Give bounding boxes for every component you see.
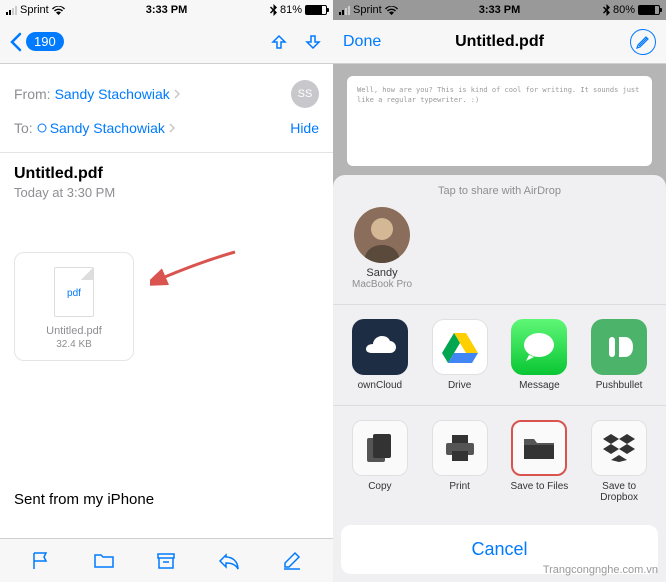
action-copy[interactable]: Copy (343, 420, 417, 503)
time-label: 3:33 PM (479, 4, 521, 16)
battery-percent: 80% (613, 4, 635, 16)
back-button[interactable]: 190 (10, 32, 64, 52)
down-arrow-icon[interactable] (303, 32, 323, 52)
action-print[interactable]: Print (423, 420, 497, 503)
print-icon (432, 420, 488, 476)
signal-icon (6, 6, 17, 15)
contact-device: MacBook Pro (352, 279, 412, 290)
done-button[interactable]: Done (343, 33, 381, 51)
nav-bar: 190 (0, 20, 333, 64)
chevron-right-icon (169, 123, 175, 133)
airdrop-section: Tap to share with AirDrop Sandy MacBook … (333, 175, 666, 305)
markup-button[interactable] (630, 29, 656, 55)
flag-icon[interactable] (30, 550, 52, 572)
from-label: From: (14, 86, 51, 102)
avatar: SS (291, 80, 319, 108)
battery-icon (305, 5, 327, 15)
nav-title: Untitled.pdf (455, 33, 544, 51)
action-label: Copy (368, 481, 391, 492)
from-value: Sandy Stachowiak (55, 86, 170, 102)
wifi-icon (385, 6, 398, 15)
email-date: Today at 3:30 PM (14, 185, 319, 200)
action-label: Save to Files (510, 481, 568, 492)
to-value: Sandy Stachowiak (50, 120, 165, 136)
markup-icon (636, 35, 650, 49)
action-label: Save to Dropbox (582, 481, 656, 503)
recipient-icon (37, 123, 47, 133)
files-icon (511, 420, 567, 476)
attachment-size: 32.4 KB (25, 339, 123, 350)
arrow-annotation (150, 247, 240, 287)
attachment-name: Untitled.pdf (25, 325, 123, 337)
status-bar: Sprint 3:33 PM 80% (333, 0, 666, 20)
to-label: To: (14, 120, 33, 136)
app-message[interactable]: Message (503, 319, 577, 391)
pdf-file-icon: pdf (54, 267, 94, 317)
app-label: Message (519, 380, 560, 391)
document-preview: Well, how are you? This is kind of cool … (347, 76, 652, 166)
action-label: Print (449, 481, 470, 492)
app-row: ownCloud Drive Message Pushbullet (333, 305, 666, 406)
signal-icon (339, 6, 350, 15)
action-save-to-files[interactable]: Save to Files (503, 420, 577, 503)
drive-icon (432, 319, 488, 375)
folder-icon[interactable] (93, 550, 115, 572)
email-header: From: Sandy Stachowiak SS To: Sandy Stac… (0, 64, 333, 153)
action-save-to-dropbox[interactable]: Save to Dropbox (582, 420, 656, 503)
reply-icon[interactable] (218, 550, 240, 572)
status-bar: Sprint 3:33 PM 81% (0, 0, 333, 20)
toolbar (0, 538, 333, 582)
bluetooth-icon (603, 4, 610, 16)
email-meta: Untitled.pdf Today at 3:30 PM (0, 153, 333, 212)
contact-name: Sandy (366, 267, 397, 279)
airdrop-hint: Tap to share with AirDrop (347, 185, 652, 197)
to-row[interactable]: To: Sandy Stachowiak Hide (14, 114, 319, 142)
dropbox-icon (591, 420, 647, 476)
hide-button[interactable]: Hide (290, 120, 319, 136)
right-screenshot: Sprint 3:33 PM 80% Done Untitled.pdf Wel… (333, 0, 666, 582)
unread-badge: 190 (26, 32, 64, 51)
up-arrow-icon[interactable] (269, 32, 289, 52)
attachment-card[interactable]: pdf Untitled.pdf 32.4 KB (14, 252, 134, 361)
watermark: Trangcongnghe.com.vn (543, 564, 658, 576)
app-pushbullet[interactable]: Pushbullet (582, 319, 656, 391)
message-icon (511, 319, 567, 375)
app-drive[interactable]: Drive (423, 319, 497, 391)
app-owncloud[interactable]: ownCloud (343, 319, 417, 391)
chevron-right-icon (174, 89, 180, 99)
email-subject: Untitled.pdf (14, 165, 319, 183)
carrier-label: Sprint (353, 4, 382, 16)
email-signature: Sent from my iPhone (0, 477, 168, 522)
pushbullet-icon (591, 319, 647, 375)
from-row[interactable]: From: Sandy Stachowiak SS (14, 74, 319, 114)
time-label: 3:33 PM (146, 4, 188, 16)
attachment-area: pdf Untitled.pdf 32.4 KB (0, 212, 333, 381)
nav-bar: Done Untitled.pdf (333, 20, 666, 64)
owncloud-icon (352, 319, 408, 375)
compose-icon[interactable] (281, 550, 303, 572)
wifi-icon (52, 6, 65, 15)
action-row: Copy Print Save to Files Save to Dropbox (333, 406, 666, 517)
chevron-left-icon (10, 32, 22, 52)
app-label: ownCloud (358, 380, 402, 391)
airdrop-contact[interactable]: Sandy MacBook Pro (347, 207, 417, 290)
share-sheet: Tap to share with AirDrop Sandy MacBook … (333, 175, 666, 582)
app-label: Drive (448, 380, 471, 391)
left-screenshot: Sprint 3:33 PM 81% 190 From: Sandy Stach… (0, 0, 333, 582)
bluetooth-icon (270, 4, 277, 16)
battery-percent: 81% (280, 4, 302, 16)
archive-icon[interactable] (155, 550, 177, 572)
carrier-label: Sprint (20, 4, 49, 16)
battery-icon (638, 5, 660, 15)
copy-icon (352, 420, 408, 476)
app-label: Pushbullet (596, 380, 643, 391)
contact-avatar (354, 207, 410, 263)
